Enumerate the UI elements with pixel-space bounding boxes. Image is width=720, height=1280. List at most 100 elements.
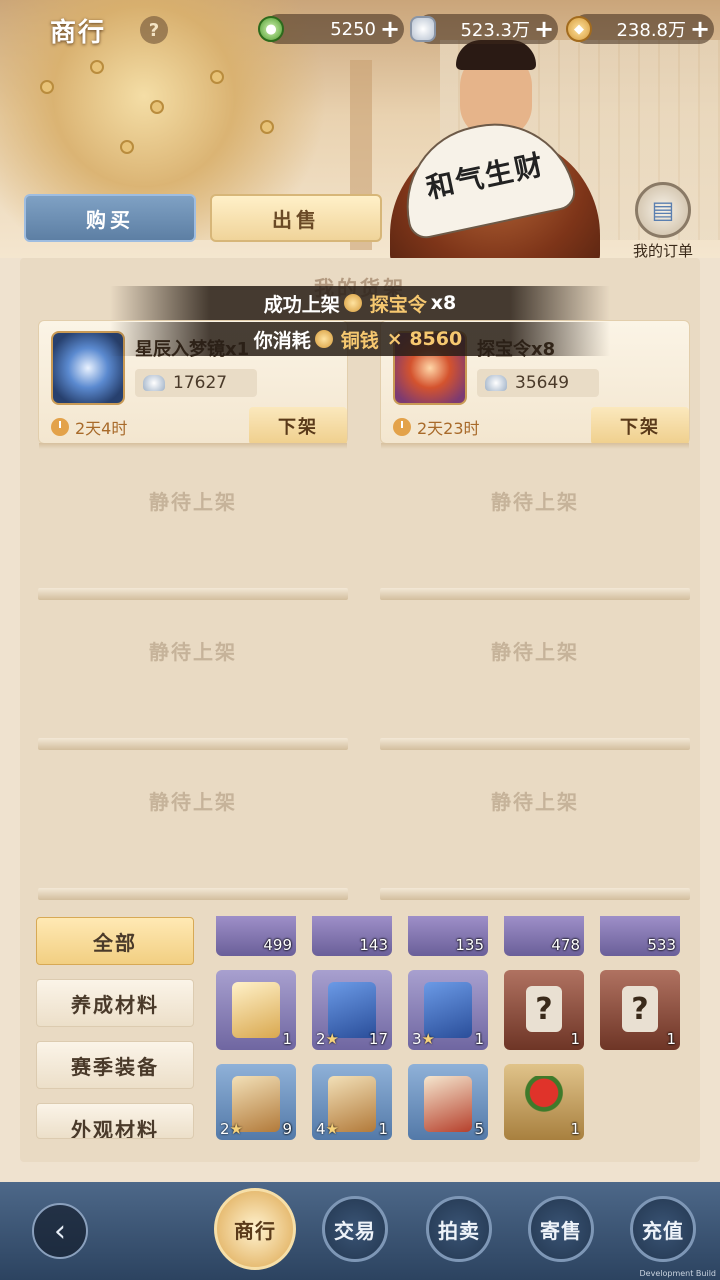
listing-timer: 2天4时 [51,415,127,439]
star-level: 2★ [220,1120,243,1138]
inventory-item[interactable]: 1 [504,1064,584,1140]
star-level: 2★ [316,1030,339,1048]
item-count: 1 [378,1120,388,1138]
empty-slot[interactable]: 静待上架 [380,600,690,750]
nav-trade[interactable]: 交易 [322,1196,388,1262]
slot-base [38,588,348,600]
item-count: 1 [474,1030,484,1048]
slot-base [380,888,690,900]
star-level: 3★ [412,1030,435,1048]
nav-auction[interactable]: 拍卖 [426,1196,492,1262]
add-currency-button[interactable]: + [376,15,404,43]
copper-coin-icon [314,330,333,348]
clock-icon [51,418,69,436]
inventory-item[interactable]: 143 [312,916,392,956]
rose-icon [520,1076,568,1132]
inventory-item[interactable]: 2★ 17 [312,970,392,1050]
scroll-icon: ▤ [635,182,691,238]
item-count: 1 [282,1030,292,1048]
delist-button[interactable]: 下架 [591,407,689,445]
silver-ingot-icon [143,375,165,391]
timer-value: 2天23时 [417,419,480,438]
inventory-item[interactable]: 478 [504,916,584,956]
nav-market[interactable]: 商行 [214,1188,296,1270]
currency-value: 523.3万 [460,20,530,41]
listing-timer: 2天23时 [393,415,480,439]
item-count: 499 [263,936,292,954]
empty-slot[interactable]: 静待上架 [380,450,690,600]
silver-ingot-icon [410,16,436,42]
inventory-item[interactable]: 1 [216,970,296,1050]
item-count: 17 [368,1030,388,1048]
toast-qty: × 8560 [386,328,463,350]
treasure-token-icon [343,294,362,312]
coin-decoration [120,140,134,154]
inventory-item[interactable]: 2★ 9 [216,1064,296,1140]
inventory-item[interactable]: ? 1 [600,970,680,1050]
my-orders-button[interactable]: ▤ 我的订单 [630,182,696,261]
add-currency-button[interactable]: + [686,15,714,43]
slot-base [38,888,348,900]
clock-icon [393,418,411,436]
slot-base [38,738,348,750]
item-count: 1 [666,1030,676,1048]
coin-decoration [40,80,54,94]
inventory-item[interactable]: ? 1 [504,970,584,1050]
toast-listed: 成功上架 探宝令 x8 [110,286,610,320]
nav-recharge[interactable]: 充值 [630,1196,696,1262]
merchant-character: 和气生财 [390,40,600,265]
coin-decoration [260,120,274,134]
inventory-item[interactable]: 3★ 1 [408,970,488,1050]
scroll-icon [424,1076,472,1132]
toast-text: 你消耗 [253,329,311,352]
listing-price: 17627 [135,369,257,397]
inventory-item[interactable]: 533 [600,916,680,956]
empty-slot-label: 静待上架 [149,790,237,814]
add-currency-button[interactable]: + [530,15,558,43]
toast-item: 铜钱 [340,329,379,352]
scroll-icon [232,982,280,1038]
empty-slot-label: 静待上架 [149,490,237,514]
item-count: 5 [474,1120,484,1138]
inventory-item[interactable]: 499 [216,916,296,956]
listing-base [381,443,689,449]
inventory-item[interactable]: 4★ 1 [312,1064,392,1140]
back-arrow-icon[interactable]: ‹ [32,1203,88,1259]
empty-slot[interactable]: 静待上架 [38,750,348,900]
listing-price: 35649 [477,369,599,397]
category-season-gear[interactable]: 赛季装备 [36,1041,194,1089]
empty-slot-label: 静待上架 [149,640,237,664]
timer-value: 2天4时 [75,419,128,438]
jade-coin-icon: ● [258,16,284,42]
empty-slot-label: 静待上架 [491,490,579,514]
coin-decoration [150,100,164,114]
category-all[interactable]: 全部 [36,917,194,965]
mystery-helmet-icon: ? [526,986,562,1032]
empty-slot[interactable]: 静待上架 [38,600,348,750]
price-value: 35649 [515,373,570,393]
empty-slot[interactable]: 静待上架 [38,450,348,600]
tab-buy[interactable]: 购买 [24,194,196,242]
nav-consign[interactable]: 寄售 [528,1196,594,1262]
inventory-item[interactable]: 5 [408,1064,488,1140]
item-count: 478 [551,936,580,954]
category-cultivation[interactable]: 养成材料 [36,979,194,1027]
empty-slot-label: 静待上架 [491,640,579,664]
toast-consumed: 你消耗 铜钱 × 8560 [110,322,610,356]
currency-value: 238.8万 [616,20,686,41]
empty-slot[interactable]: 静待上架 [380,750,690,900]
item-count: 143 [359,936,388,954]
category-appearance[interactable]: 外观材料 [36,1103,194,1139]
tab-sell[interactable]: 出售 [210,194,382,242]
inventory-item[interactable]: 135 [408,916,488,956]
coin-decoration [90,60,104,74]
dev-build-label: Development Build [639,1269,716,1278]
item-count: 9 [282,1120,292,1138]
toast-item: 探宝令 [369,293,427,316]
merchant-hat [456,40,536,70]
page-title: 商行 [50,18,107,48]
currency-copper: ◆ 238.8万 + [566,14,714,44]
currency-silver: 523.3万 + [410,14,558,44]
help-icon[interactable]: ? [140,16,168,44]
delist-button[interactable]: 下架 [249,407,347,445]
